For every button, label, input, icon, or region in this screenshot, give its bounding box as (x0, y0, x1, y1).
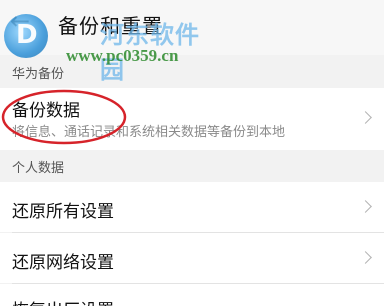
row-title: 还原网络设置 (12, 253, 114, 273)
row-title: 还原所有设置 (12, 202, 114, 222)
factory-reset-item[interactable]: 恢复出厂设置 (0, 284, 384, 306)
section-label: 华为备份 (12, 67, 65, 82)
restore-network-settings-item[interactable]: 还原网络设置 (0, 233, 384, 283)
page-title: 备份和重置 (58, 14, 163, 38)
row-title: 备份数据 (12, 101, 80, 121)
section-header-personal-data: 个人数据 (0, 150, 384, 182)
restore-all-settings-item[interactable]: 还原所有设置 (0, 182, 384, 232)
chevron-right-icon (359, 111, 372, 124)
chevron-right-icon (359, 251, 372, 264)
title-bar: ← 备份和重置 (0, 0, 384, 55)
chevron-right-icon (359, 200, 372, 213)
section-header-huawei-backup: 华为备份 (0, 56, 384, 88)
backup-data-item[interactable]: 备份数据 将信息、通话记录和系统相关数据等备份到本地 (0, 88, 384, 150)
section-label: 个人数据 (12, 161, 65, 176)
row-subtitle: 将信息、通话记录和系统相关数据等备份到本地 (12, 125, 286, 140)
row-title: 恢复出厂设置 (12, 296, 114, 306)
back-arrow-icon[interactable]: ← (10, 9, 30, 33)
